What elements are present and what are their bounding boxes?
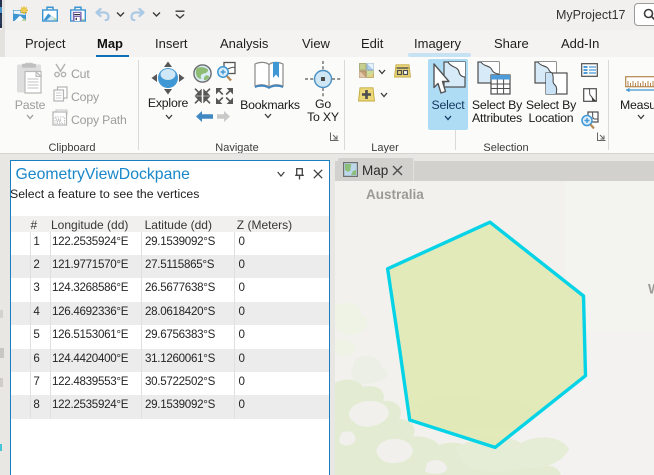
svg-text:W.: W. — [56, 119, 63, 125]
svg-text:Australia: Australia — [366, 187, 424, 202]
svg-text:W: W — [648, 282, 654, 297]
